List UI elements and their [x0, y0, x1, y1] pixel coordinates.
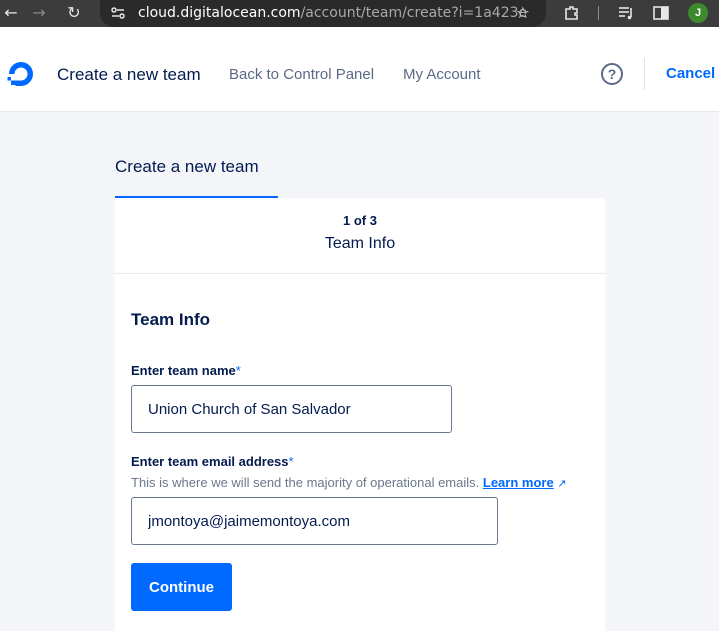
required-marker: * — [235, 363, 241, 378]
side-panel-icon[interactable] — [652, 4, 670, 22]
media-queue-icon[interactable] — [617, 4, 635, 22]
extensions-icon[interactable] — [563, 4, 581, 22]
my-account-link[interactable]: My Account — [403, 66, 481, 83]
forward-arrow-icon[interactable]: → — [28, 3, 50, 23]
back-arrow-icon[interactable]: ← — [0, 3, 22, 23]
browser-toolbar: ← → ↻ cloud.digitalocean.com/account/tea… — [0, 0, 719, 27]
digitalocean-logo-icon[interactable] — [4, 57, 38, 91]
profile-avatar[interactable]: J — [688, 3, 708, 23]
app-header: Create a new team Back to Control Panel … — [0, 27, 719, 112]
team-name-input[interactable] — [131, 385, 452, 433]
cancel-link[interactable]: Cancel — [666, 65, 715, 82]
email-helper: This is where we will send the majority … — [131, 475, 480, 490]
team-email-input[interactable] — [131, 497, 498, 545]
team-email-label-text: Enter team email address — [131, 454, 289, 469]
url-host: cloud.digitalocean.com — [138, 5, 301, 21]
tab-create-team[interactable]: Create a new team — [115, 157, 259, 177]
url-text[interactable]: cloud.digitalocean.com/account/team/crea… — [138, 5, 527, 21]
email-helper-text: This is where we will send the majority … — [131, 475, 566, 490]
header-title: Create a new team — [57, 65, 201, 84]
back-to-control-panel-link[interactable]: Back to Control Panel — [229, 66, 374, 83]
step-indicator: 1 of 3 Team Info — [115, 198, 605, 274]
continue-button[interactable]: Continue — [131, 563, 232, 611]
team-name-label: Enter team name* — [131, 363, 241, 378]
address-bar[interactable]: cloud.digitalocean.com/account/team/crea… — [100, 0, 546, 27]
step-count: 1 of 3 — [343, 213, 377, 228]
team-email-label: Enter team email address* — [131, 454, 294, 469]
create-team-card: 1 of 3 Team Info Team Info Enter team na… — [115, 198, 605, 631]
url-path: /account/team/create?i=1a423e — [300, 5, 528, 21]
team-name-label-text: Enter team name — [131, 363, 236, 378]
reload-icon[interactable]: ↻ — [63, 3, 85, 23]
site-info-icon[interactable] — [110, 5, 126, 21]
help-icon[interactable]: ? — [601, 63, 623, 85]
step-name: Team Info — [324, 235, 396, 252]
star-icon[interactable]: ☆ — [516, 3, 530, 22]
toolbar-divider — [598, 6, 599, 20]
section-title: Team Info — [131, 310, 211, 329]
learn-more-link[interactable]: Learn more — [483, 475, 554, 490]
header-divider — [644, 58, 645, 90]
external-link-icon: ↗ — [553, 477, 567, 490]
required-marker: * — [288, 454, 294, 469]
